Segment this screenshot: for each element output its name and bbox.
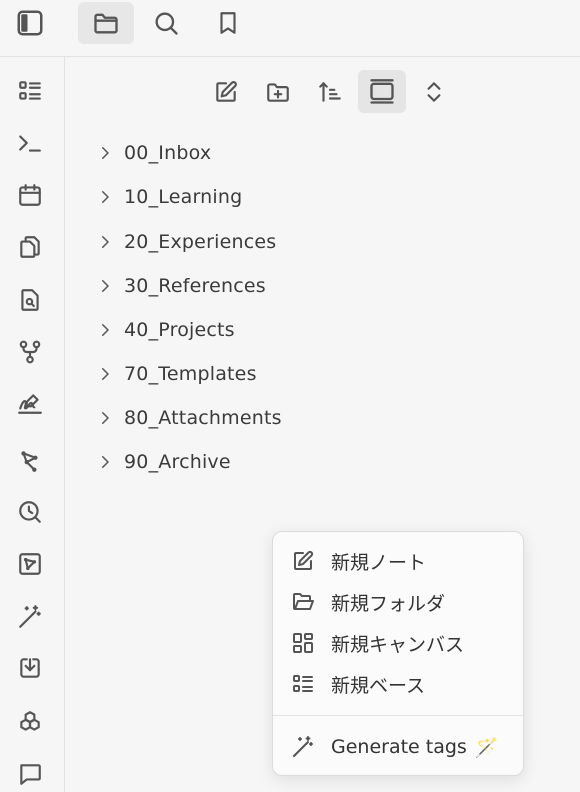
ribbon-search-clock-button[interactable] [10,492,50,532]
folder-label: 80_Attachments [124,407,282,429]
collapse-view-button[interactable] [358,70,406,113]
folder-label: 30_References [124,275,266,297]
ribbon-copy-button[interactable] [10,227,50,267]
wand-emoji: 🪄 [474,736,499,759]
chevron-right-icon [90,321,120,339]
layout-dashboard-icon [283,631,323,655]
sort-icon [317,79,343,105]
boxes-icon [17,709,43,735]
ribbon-signature-button[interactable] [10,383,50,423]
download-icon [17,655,43,681]
menu-item-label: 新規ノート [331,551,427,574]
calendar-icon [17,182,43,208]
expand-collapse-icon [421,79,447,105]
folder-item[interactable]: 40_Projects [90,310,530,350]
left-ribbon [0,57,65,792]
menu-divider [273,715,523,716]
ribbon-git-button[interactable] [10,332,50,372]
edit-icon [283,549,323,573]
menu-item-label: Generate tags [331,736,467,758]
signature-icon [17,390,43,416]
ribbon-download-button[interactable] [10,648,50,688]
list-icon [17,78,43,104]
sidebar-toggle-button[interactable] [2,2,58,44]
file-search-icon [17,287,43,313]
sort-button[interactable] [306,70,354,113]
folder-label: 90_Archive [124,451,231,473]
chevron-right-icon [90,277,120,295]
magic-wand-icon [17,604,43,630]
chevron-right-icon [90,365,120,383]
copy-icon [17,234,43,260]
sidebar-toggle-icon [15,8,45,38]
files-tab-button[interactable] [78,2,134,44]
folder-item[interactable]: 30_References [90,266,530,306]
menu-item-new-folder[interactable]: 新規フォルダ [283,583,515,621]
collapse-view-icon [368,78,396,106]
menu-item-label: 新規フォルダ [331,592,446,615]
top-bar [0,0,580,57]
new-folder-button[interactable] [254,70,302,113]
ribbon-terminal-button[interactable] [10,123,50,163]
ribbon-graph-button[interactable] [10,441,50,481]
menu-item-label: 新規キャンバス [331,633,465,656]
chevron-right-icon [90,453,120,471]
folder-label: 00_Inbox [124,142,212,164]
context-menu: 新規ノート 新規フォルダ 新規キャンバス 新規ベース Generate tags… [272,531,524,776]
menu-item-new-canvas[interactable]: 新規キャンバス [283,624,515,662]
folder-item[interactable]: 70_Templates [90,354,530,394]
bookmark-icon [215,10,241,36]
expand-collapse-button[interactable] [410,70,458,113]
menu-item-generate-tags[interactable]: Generate tags 🪄 [283,728,515,766]
git-fork-icon [17,339,43,365]
magic-wand-icon [283,735,323,759]
new-folder-icon [265,79,291,105]
ribbon-file-search-button[interactable] [10,280,50,320]
menu-item-new-base[interactable]: 新規ベース [283,665,515,703]
chevron-right-icon [90,188,120,206]
search-icon [152,9,180,37]
ribbon-message-button[interactable] [10,754,50,792]
ribbon-calendar-button[interactable] [10,175,50,215]
new-note-button[interactable] [202,70,250,113]
folder-label: 10_Learning [124,186,243,208]
ribbon-canvas-button[interactable] [10,544,50,584]
ribbon-magic-wand-button[interactable] [10,597,50,637]
folder-open-icon [283,590,323,614]
menu-item-label: 新規ベース [331,674,426,697]
folder-label: 40_Projects [124,319,235,341]
canvas-icon [17,551,43,577]
search-clock-icon [17,499,43,525]
folder-item[interactable]: 10_Learning [90,177,530,217]
ribbon-list-button[interactable] [10,71,50,111]
chevron-right-icon [90,144,120,162]
ribbon-boxes-button[interactable] [10,702,50,742]
bookmarks-tab-button[interactable] [200,2,256,44]
folder-icon [92,9,120,37]
search-tab-button[interactable] [138,2,194,44]
message-icon [17,761,43,787]
folder-item[interactable]: 80_Attachments [90,398,530,438]
new-note-icon [213,79,239,105]
folder-item[interactable]: 00_Inbox [90,133,530,173]
list-icon [283,672,323,696]
chevron-right-icon [90,233,120,251]
folder-label: 20_Experiences [124,231,277,253]
graph-icon [17,448,43,474]
folder-label: 70_Templates [124,363,257,385]
terminal-icon [17,130,43,156]
folder-item[interactable]: 20_Experiences [90,222,530,262]
folder-item[interactable]: 90_Archive [90,442,530,482]
chevron-right-icon [90,409,120,427]
menu-item-new-note[interactable]: 新規ノート [283,542,515,580]
